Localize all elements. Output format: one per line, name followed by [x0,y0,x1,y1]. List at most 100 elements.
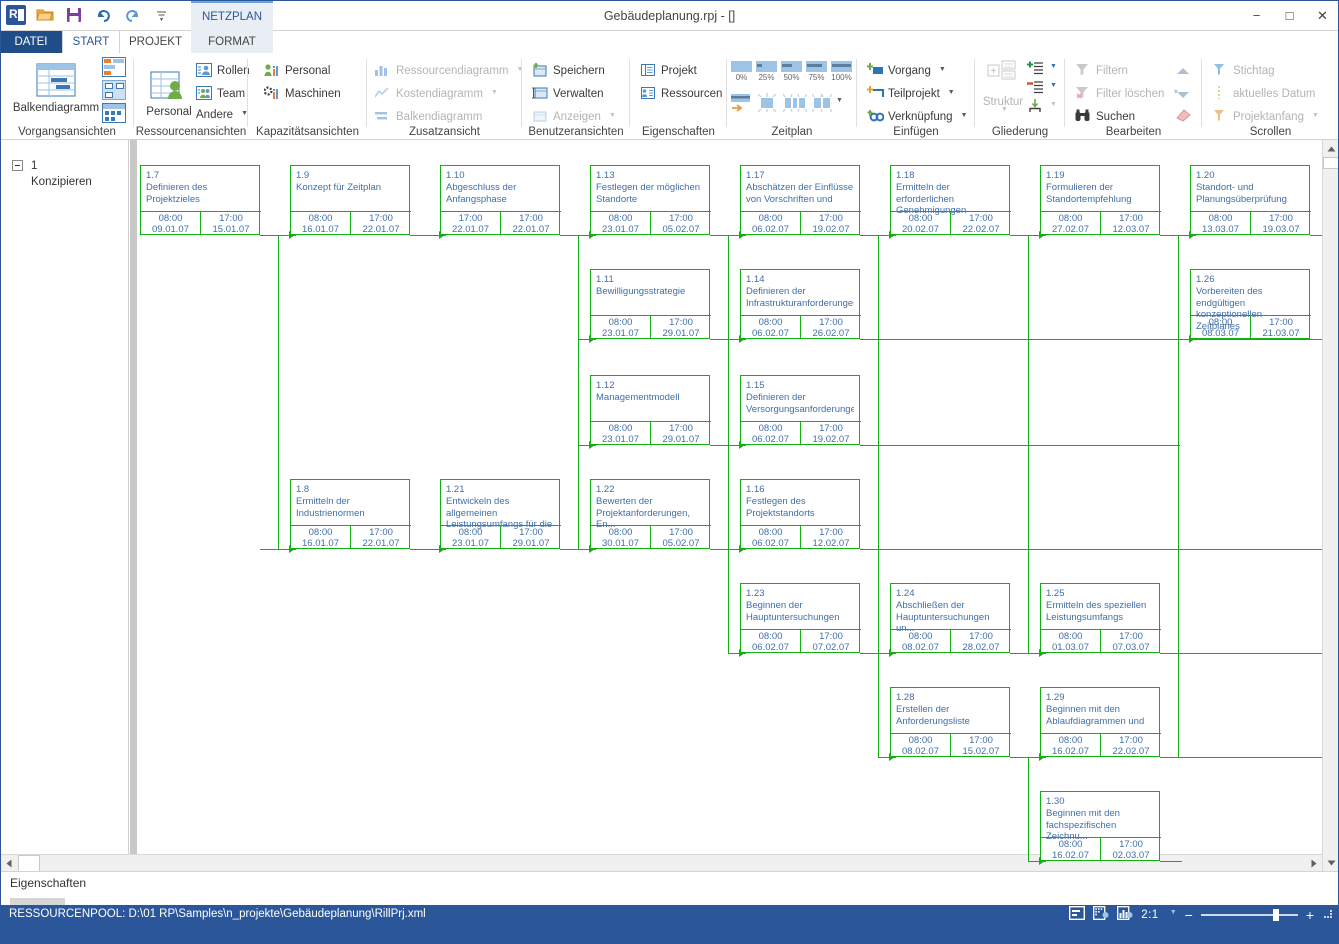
network-node[interactable]: 1.19 Formulieren der Standortempfehlung 08… [1040,165,1161,235]
grid-view-icon[interactable] [1093,906,1109,923]
schedule-split-icon[interactable] [757,93,778,117]
chevron-down-icon[interactable]: ▼ [1312,112,1319,119]
maximize-button[interactable]: □ [1273,0,1306,31]
network-node[interactable]: 1.20 Standort- und Planungsüberprüfung 08:… [1190,165,1311,235]
undo-icon[interactable] [92,4,114,26]
properties-panel-tab[interactable] [10,898,65,905]
progress-100-button[interactable]: 100% [831,61,852,82]
chart-view-icon[interactable] [1117,906,1133,923]
zoom-slider[interactable] [1200,908,1298,921]
struktur-button[interactable]: Struktur ▼ [977,59,1029,115]
schedule-move-icon[interactable] [731,93,752,117]
qat-more-icon[interactable] [150,4,172,26]
chevron-down-icon[interactable]: ▼ [948,89,955,96]
network-node[interactable]: 1.9 Konzept für Zeitplan 08:00 16.01.07 17:0… [290,165,411,235]
progress-75-button[interactable]: 75% [806,61,827,82]
eigenschaften-ressourcen-button[interactable]: Ressourcen [640,86,722,102]
einfuegen-vorgang-button[interactable]: Vorgang ▼ [867,63,946,79]
projektanfang-button[interactable]: Projektanfang ▼ [1212,109,1319,125]
close-button[interactable]: ✕ [1306,0,1339,31]
progress-50-button[interactable]: 50% [781,61,802,82]
network-node[interactable]: 1.13 Festlegen der möglichen Standorte 08:… [590,165,711,235]
chevron-down-icon[interactable]: ▼ [609,112,616,119]
chevron-down-icon[interactable]: ▼ [1050,63,1057,70]
personal-view-button[interactable]: Personal [138,71,200,118]
network-node[interactable]: 1.11 Bewilligungsstrategie 08:00 23.01.07 17… [590,269,711,339]
network-node[interactable]: 1.10 Abgeschluss der Anfangsphase 17:00 22.… [440,165,561,235]
tree-item-root[interactable]: 1 Konzipieren [12,158,92,190]
network-node[interactable]: 1.15 Definieren der Versorgungsanforderun… [740,375,861,445]
ansicht-speichern-button[interactable]: Speichern [532,63,605,79]
chevron-down-icon[interactable]: ▼ [491,89,498,96]
suchen-button[interactable]: Suchen [1075,109,1135,125]
save-icon[interactable] [63,4,85,26]
resource-grid-icon[interactable] [102,57,126,77]
balkendiagramm-button[interactable]: Balkendiagramm [8,59,104,114]
network-node[interactable]: 1.26 Vorbereiten des endgültigen konzepti… [1190,269,1311,339]
resize-grip-icon[interactable] [1322,908,1333,922]
ressourcendiagramm-button[interactable]: Ressourcendiagramm ▼ [375,63,523,79]
team-button[interactable]: Team [196,86,245,102]
outline-add-icon[interactable]: ▼ [1027,61,1057,75]
redo-icon[interactable] [121,4,143,26]
horizontal-scroll-thumb[interactable] [18,855,40,872]
network-diagram-icon[interactable] [102,80,126,100]
network-node[interactable]: 1.14 Definieren der Infrastrukturanforder… [740,269,861,339]
chevron-down-icon[interactable]: ▼ [1050,82,1057,89]
network-node[interactable]: 1.25 Ermitteln des speziellen Leistungsum… [1040,583,1161,653]
scroll-up-arrow[interactable] [1323,140,1339,157]
tab-format[interactable]: FORMAT [191,31,273,53]
scroll-down-arrow[interactable] [1323,854,1339,871]
zoom-out-button[interactable]: − [1185,907,1193,923]
chevron-down-icon[interactable]: ▼ [980,106,1029,113]
vertical-scrollbar[interactable] [1322,140,1339,871]
eigenschaften-projekt-button[interactable]: Projekt [640,63,697,79]
kapazitaet-maschinen-button[interactable]: Maschinen [263,86,341,102]
filtern-button[interactable]: Filtern [1075,63,1128,79]
network-node[interactable]: 1.29 Beginnen mit den Ablaufdiagrammen un… [1040,687,1161,757]
network-node[interactable]: 1.23 Beginnen der Hauptuntersuchungen 08:0… [740,583,861,653]
minimize-button[interactable]: − [1240,0,1273,31]
chevron-down-icon[interactable]: ▼ [939,66,946,73]
tab-datei[interactable]: DATEI [0,31,62,53]
outline-remove-icon[interactable]: ▼ [1027,80,1057,94]
network-node[interactable]: 1.7 Definieren des Projektzieles 08:00 09.0… [140,165,261,235]
chevron-down-icon[interactable]: ▼ [836,97,843,104]
tab-projekt[interactable]: PROJEKT [120,31,191,53]
network-node[interactable]: 1.12 Managementmodell 08:00 23.01.07 17:00 29… [590,375,711,445]
einfuegen-verknuepfung-button[interactable]: Verknüpfung ▼ [867,109,968,125]
kapazitaet-personal-button[interactable]: Personal [264,63,330,79]
ansicht-verwalten-button[interactable]: Verwalten [532,86,604,102]
chevron-down-icon[interactable]: ▼ [1170,909,1177,916]
network-node[interactable]: 1.22 Bewerten der Projektanforderungen, E… [590,479,711,549]
eraser-icon[interactable] [1174,107,1192,127]
calendar-icon[interactable] [102,103,126,123]
network-node[interactable]: 1.28 Erstellen der Anforderungsliste 08:00… [890,687,1011,757]
aktuelles-datum-button[interactable]: aktuelles Datum [1212,86,1315,102]
network-node[interactable]: 1.16 Festlegen des Projektstandorts 08:00 0… [740,479,861,549]
andere-button[interactable]: Andere ▼ [196,109,248,121]
stichtag-button[interactable]: Stichtag [1212,63,1275,79]
progress-25-button[interactable]: 25% [756,61,777,82]
expand-collapse-icon[interactable] [12,160,23,171]
open-icon[interactable] [34,4,56,26]
network-node[interactable]: 1.17 Abschätzen der Einflüsse von Vorschr… [740,165,861,235]
network-node[interactable]: 1.18 Ermitteln der erforderlichen Genehmi… [890,165,1011,235]
zoom-in-button[interactable]: + [1306,907,1314,923]
ansicht-anzeigen-button[interactable]: Anzeigen ▼ [532,109,616,125]
network-node[interactable]: 1.24 Abschließen der Hauptuntersuchungen … [890,583,1011,653]
progress-0-button[interactable]: 0% [731,61,752,82]
zoom-slider-knob[interactable] [1272,908,1279,921]
network-node[interactable]: 1.8 Ermitteln der Industrienormen 08:00 16.… [290,479,411,549]
kostendiagramm-button[interactable]: Kostendiagramm ▼ [374,86,498,102]
schedule-link-icon[interactable] [782,93,808,117]
scroll-down-icon[interactable] [1176,86,1190,104]
vertical-scroll-thumb[interactable] [1323,157,1339,169]
schedule-group-icon[interactable]: ▼ [812,93,843,112]
network-node[interactable]: 1.21 Entwickeln des allgemeinen Leistungs… [440,479,561,549]
scroll-left-arrow[interactable] [0,855,17,872]
rollen-button[interactable]: Rollen [196,63,250,79]
chevron-down-icon[interactable]: ▼ [961,112,968,119]
tab-start[interactable]: START [62,31,120,53]
chevron-down-icon[interactable]: ▼ [1050,101,1057,108]
